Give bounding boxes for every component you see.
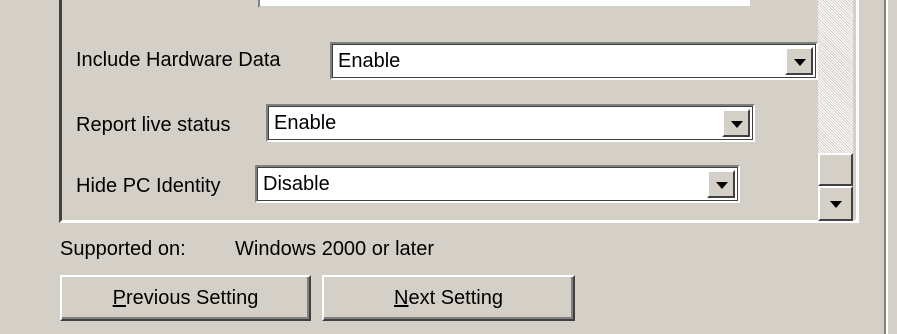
chevron-down-icon [794,59,806,66]
vertical-scrollbar-thumb[interactable] [818,153,853,186]
scroll-down-arrow-icon [830,201,842,208]
supported-on-label: Supported on: [60,238,186,260]
hide-pc-identity-label: Hide PC Identity [76,175,221,197]
report-live-status-dropdown-button[interactable] [722,109,750,137]
previous-setting-label: revious Setting [126,287,259,309]
supported-on-value: Windows 2000 or later [235,238,434,260]
include-hardware-data-value: Enable [338,50,401,72]
next-setting-button[interactable]: Next Setting [322,275,575,321]
next-setting-accesskey: N [394,287,409,309]
report-live-status-value: Enable [274,112,337,134]
chevron-down-icon [716,182,728,189]
report-live-status-label: Report live status [76,114,231,136]
next-setting-label: ext Setting [408,287,503,309]
previous-setting-button[interactable]: Previous Setting [60,275,311,321]
previous-setting-accesskey: P [112,287,127,309]
chevron-down-icon [731,121,743,128]
hide-pc-identity-dropdown-button[interactable] [707,170,735,198]
previous-field-clipped[interactable] [258,0,752,8]
include-hardware-data-label: Include Hardware Data [76,49,281,71]
include-hardware-data-dropdown-button[interactable] [785,47,813,75]
hide-pc-identity-value: Disable [263,173,330,195]
report-live-status-dropdown[interactable]: Enable [266,104,755,142]
hide-pc-identity-dropdown[interactable]: Disable [255,165,740,203]
include-hardware-data-dropdown[interactable]: Enable [330,42,818,80]
scroll-down-button[interactable] [818,186,853,221]
dialog-edge [884,0,888,334]
